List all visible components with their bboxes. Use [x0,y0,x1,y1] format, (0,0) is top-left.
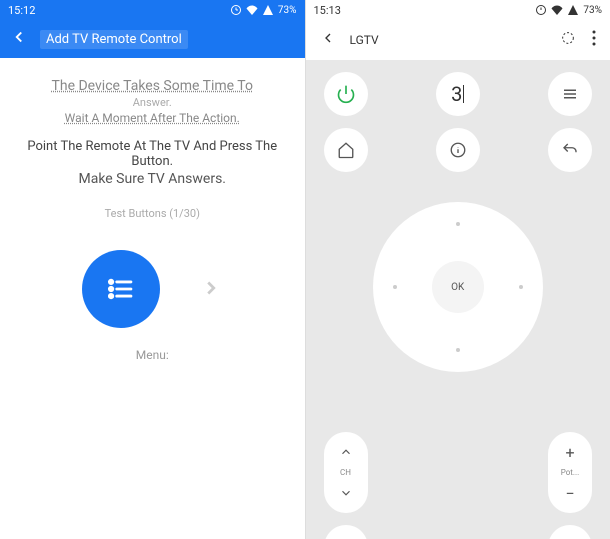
info-line-4: Point The Remote At The TV And Press The… [12,139,293,169]
status-icons: 73% [535,4,602,16]
chevron-right-icon[interactable] [200,273,222,306]
channel-down[interactable] [339,483,353,503]
channel-label: CH [340,468,351,477]
info-line-5: Make Sure TV Answers. [12,171,293,187]
power-button[interactable] [324,72,368,116]
home-button[interactable] [324,128,368,172]
hamburger-button[interactable] [548,72,592,116]
menu-label: Menu: [12,348,293,362]
refresh-icon[interactable] [560,30,576,50]
channel-up[interactable] [339,442,353,462]
header-title: Add TV Remote Control [40,30,188,49]
channel-control: CH [324,432,368,513]
dpad-down[interactable] [456,348,460,352]
info-line-2: Answer. [12,96,293,109]
number-button[interactable]: 3 [436,72,480,116]
app-header: Add TV Remote Control [0,20,305,58]
dpad-up[interactable] [456,222,460,226]
mute-button[interactable] [548,525,592,539]
info-line-1: The Device Takes Some Time To [12,78,293,94]
dpad-left[interactable] [393,285,397,289]
status-bar-left: 15:12 73% [0,0,305,20]
tv-name: LGTV [350,33,561,47]
back-icon[interactable] [10,28,28,50]
volume-label: Pot... [561,468,580,477]
status-time: 15:13 [314,4,341,17]
status-icons: 73% [230,4,297,16]
menu-button[interactable] [82,250,160,328]
status-time: 15:12 [8,4,35,17]
more-options-button[interactable] [324,525,368,539]
volume-control: + Pot... − [548,432,592,513]
more-icon[interactable] [592,30,596,50]
dpad-right[interactable] [519,285,523,289]
status-bar-right: 15:13 73% [306,0,610,20]
remote-header: LGTV [306,20,610,60]
volume-down[interactable]: − [565,483,574,503]
back-icon[interactable] [320,30,336,50]
test-counter: Test Buttons (1/30) [12,207,293,220]
ok-button[interactable]: OK [432,261,484,313]
info-button[interactable] [436,128,480,172]
volume-up[interactable]: + [565,442,574,462]
dpad[interactable]: OK [373,202,543,372]
back-button[interactable] [548,128,592,172]
info-line-3: Wait A Moment After The Action. [12,111,293,125]
